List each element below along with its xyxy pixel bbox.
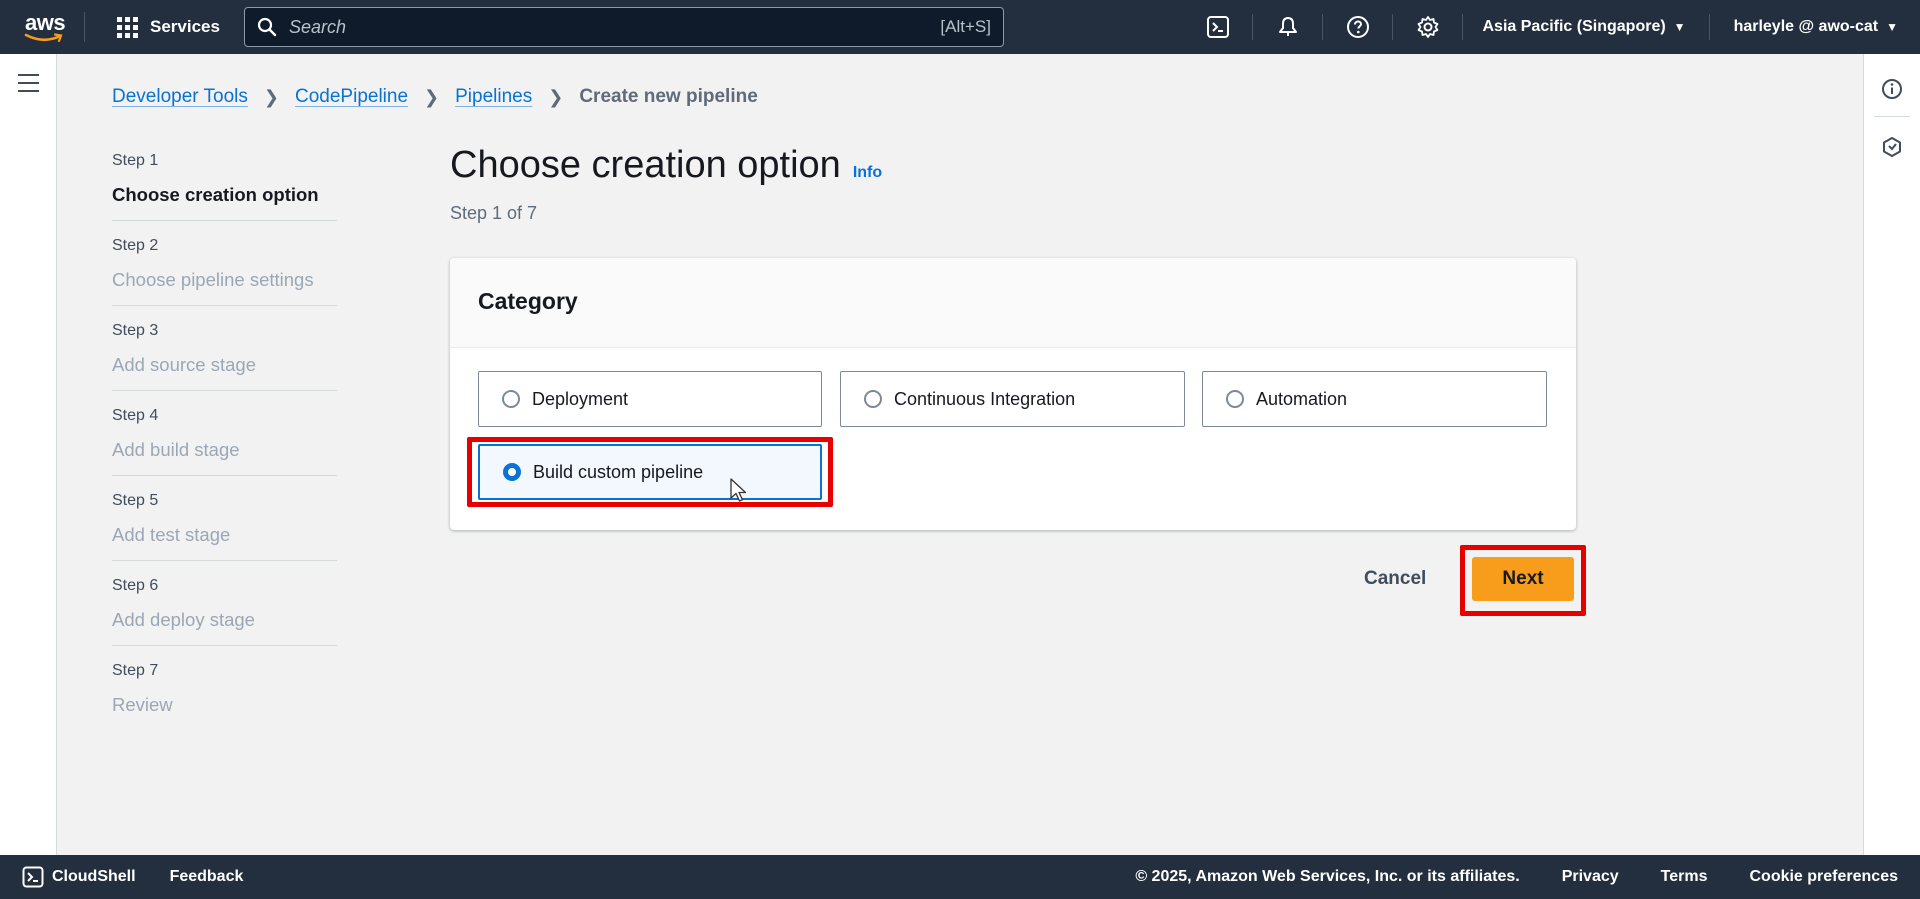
nav-right-group: Asia Pacific (Singapore) ▼ harleyle @ aw… [1183, 0, 1920, 54]
breadcrumb-current: Create new pipeline [579, 86, 758, 107]
info-link[interactable]: Info [853, 164, 882, 182]
chevron-right-icon: ❯ [424, 86, 440, 107]
privacy-link[interactable]: Privacy [1562, 868, 1619, 886]
step-title: Add test stage [112, 524, 231, 545]
cookie-preferences-link[interactable]: Cookie preferences [1749, 868, 1898, 886]
hamburger-menu-icon[interactable] [18, 74, 39, 98]
step-title: Choose pipeline settings [112, 269, 314, 290]
step-number: Step 7 [112, 662, 159, 679]
caret-down-icon: ▼ [1886, 20, 1898, 34]
page-header: Choose creation option Info [450, 144, 882, 187]
breadcrumb-link-codepipeline[interactable]: CodePipeline [295, 86, 408, 108]
cloudshell-icon [1206, 16, 1229, 38]
settings-gear-icon [1417, 16, 1438, 38]
notifications-button[interactable] [1253, 0, 1323, 54]
info-icon [1882, 79, 1902, 99]
nav-divider [84, 12, 85, 42]
next-button[interactable]: Next [1472, 557, 1574, 601]
step-title: Review [112, 694, 173, 715]
cloudshell-icon [22, 866, 44, 888]
right-side-rail [1863, 54, 1920, 855]
option-tile-continuous-integration[interactable]: Continuous Integration [840, 371, 1185, 427]
wizard-step-5: Step 5 Add test stage [112, 492, 337, 561]
top-navigation: aws Services [Alt+S] [0, 0, 1920, 54]
step-title: Add source stage [112, 354, 256, 375]
account-label: harleyle @ awo-cat [1733, 18, 1879, 35]
cloudshell-label: CloudShell [52, 868, 136, 885]
terms-link[interactable]: Terms [1661, 868, 1708, 886]
info-panel-button[interactable] [1864, 62, 1920, 116]
console-footer: CloudShell Feedback © 2025, Amazon Web S… [0, 855, 1920, 899]
left-side-rail [0, 54, 57, 855]
cancel-button[interactable]: Cancel [1352, 562, 1438, 596]
wizard-step-7: Step 7 Review [112, 662, 337, 730]
search-input[interactable] [288, 16, 941, 38]
region-label: Asia Pacific (Singapore) [1482, 18, 1666, 35]
settings-button[interactable] [1393, 0, 1463, 54]
caret-down-icon: ▼ [1673, 20, 1686, 34]
wizard-step-6: Step 6 Add deploy stage [112, 577, 337, 646]
aws-smile-icon [24, 33, 63, 43]
radio-button[interactable] [1226, 390, 1244, 408]
mouse-cursor-icon [730, 478, 747, 502]
grid-menu-icon [117, 16, 138, 38]
step-title: Add deploy stage [112, 609, 255, 630]
services-menu-button[interactable]: Services [117, 0, 220, 54]
card-title: Category [478, 288, 578, 314]
wizard-step-3: Step 3 Add source stage [112, 322, 337, 391]
search-icon [257, 17, 277, 37]
option-label: Automation [1256, 388, 1348, 409]
help-icon [1346, 16, 1369, 38]
step-title: Add build stage [112, 439, 240, 460]
breadcrumb: Developer Tools ❯ CodePipeline ❯ Pipelin… [112, 86, 758, 108]
wizard-step-1: Step 1 Choose creation option [112, 152, 337, 221]
option-tile-deployment[interactable]: Deployment [478, 371, 822, 427]
breadcrumb-link-developer-tools[interactable]: Developer Tools [112, 86, 248, 108]
option-label: Continuous Integration [894, 388, 1076, 409]
step-number: Step 2 [112, 237, 159, 254]
account-menu[interactable]: harleyle @ awo-cat ▼ [1710, 0, 1920, 54]
hexagon-icon [1883, 137, 1901, 157]
help-button[interactable] [1323, 0, 1393, 54]
option-label: Deployment [532, 388, 629, 409]
chevron-right-icon: ❯ [548, 86, 564, 107]
feedback-link[interactable]: Feedback [170, 868, 244, 886]
copyright-text: © 2025, Amazon Web Services, Inc. or its… [1135, 868, 1520, 885]
option-tile-build-custom-pipeline[interactable]: Build custom pipeline [478, 444, 822, 500]
step-number: Step 5 [112, 492, 159, 509]
services-label: Services [150, 17, 220, 36]
footer-left-group: CloudShell Feedback [22, 866, 243, 888]
search-shortcut-hint: [Alt+S] [940, 17, 991, 36]
wizard-steps-nav: Step 1 Choose creation option Step 2 Cho… [112, 152, 337, 746]
step-title: Choose creation option [112, 184, 319, 205]
footer-right-group: © 2025, Amazon Web Services, Inc. or its… [1135, 868, 1898, 886]
aws-logo[interactable]: aws [14, 0, 84, 54]
step-number: Step 3 [112, 322, 159, 339]
rail-divider [1874, 116, 1910, 117]
region-selector[interactable]: Asia Pacific (Singapore) ▼ [1463, 0, 1710, 54]
option-label: Build custom pipeline [533, 461, 704, 482]
page-title: Choose creation option [450, 144, 841, 186]
notifications-bell-icon [1278, 17, 1297, 36]
step-number: Step 1 [112, 152, 159, 169]
quick-setup-button[interactable] [1864, 120, 1920, 174]
step-number: Step 4 [112, 407, 159, 424]
cloudshell-button[interactable] [1183, 0, 1253, 54]
page-subtitle: Step 1 of 7 [450, 203, 538, 223]
radio-button[interactable] [502, 390, 520, 408]
card-header: Category [450, 258, 1576, 348]
wizard-step-2: Step 2 Choose pipeline settings [112, 237, 337, 306]
option-tile-automation[interactable]: Automation [1202, 371, 1547, 427]
radio-button-selected[interactable] [503, 463, 521, 481]
search-bar[interactable]: [Alt+S] [243, 7, 1004, 47]
chevron-right-icon: ❯ [263, 86, 279, 107]
wizard-step-4: Step 4 Add build stage [112, 407, 337, 476]
category-card: Category Deployment Continuous Integrati… [450, 258, 1576, 530]
breadcrumb-link-pipelines[interactable]: Pipelines [455, 86, 532, 108]
radio-button[interactable] [864, 390, 882, 408]
step-number: Step 6 [112, 577, 159, 594]
footer-cloudshell-button[interactable]: CloudShell [22, 866, 136, 888]
